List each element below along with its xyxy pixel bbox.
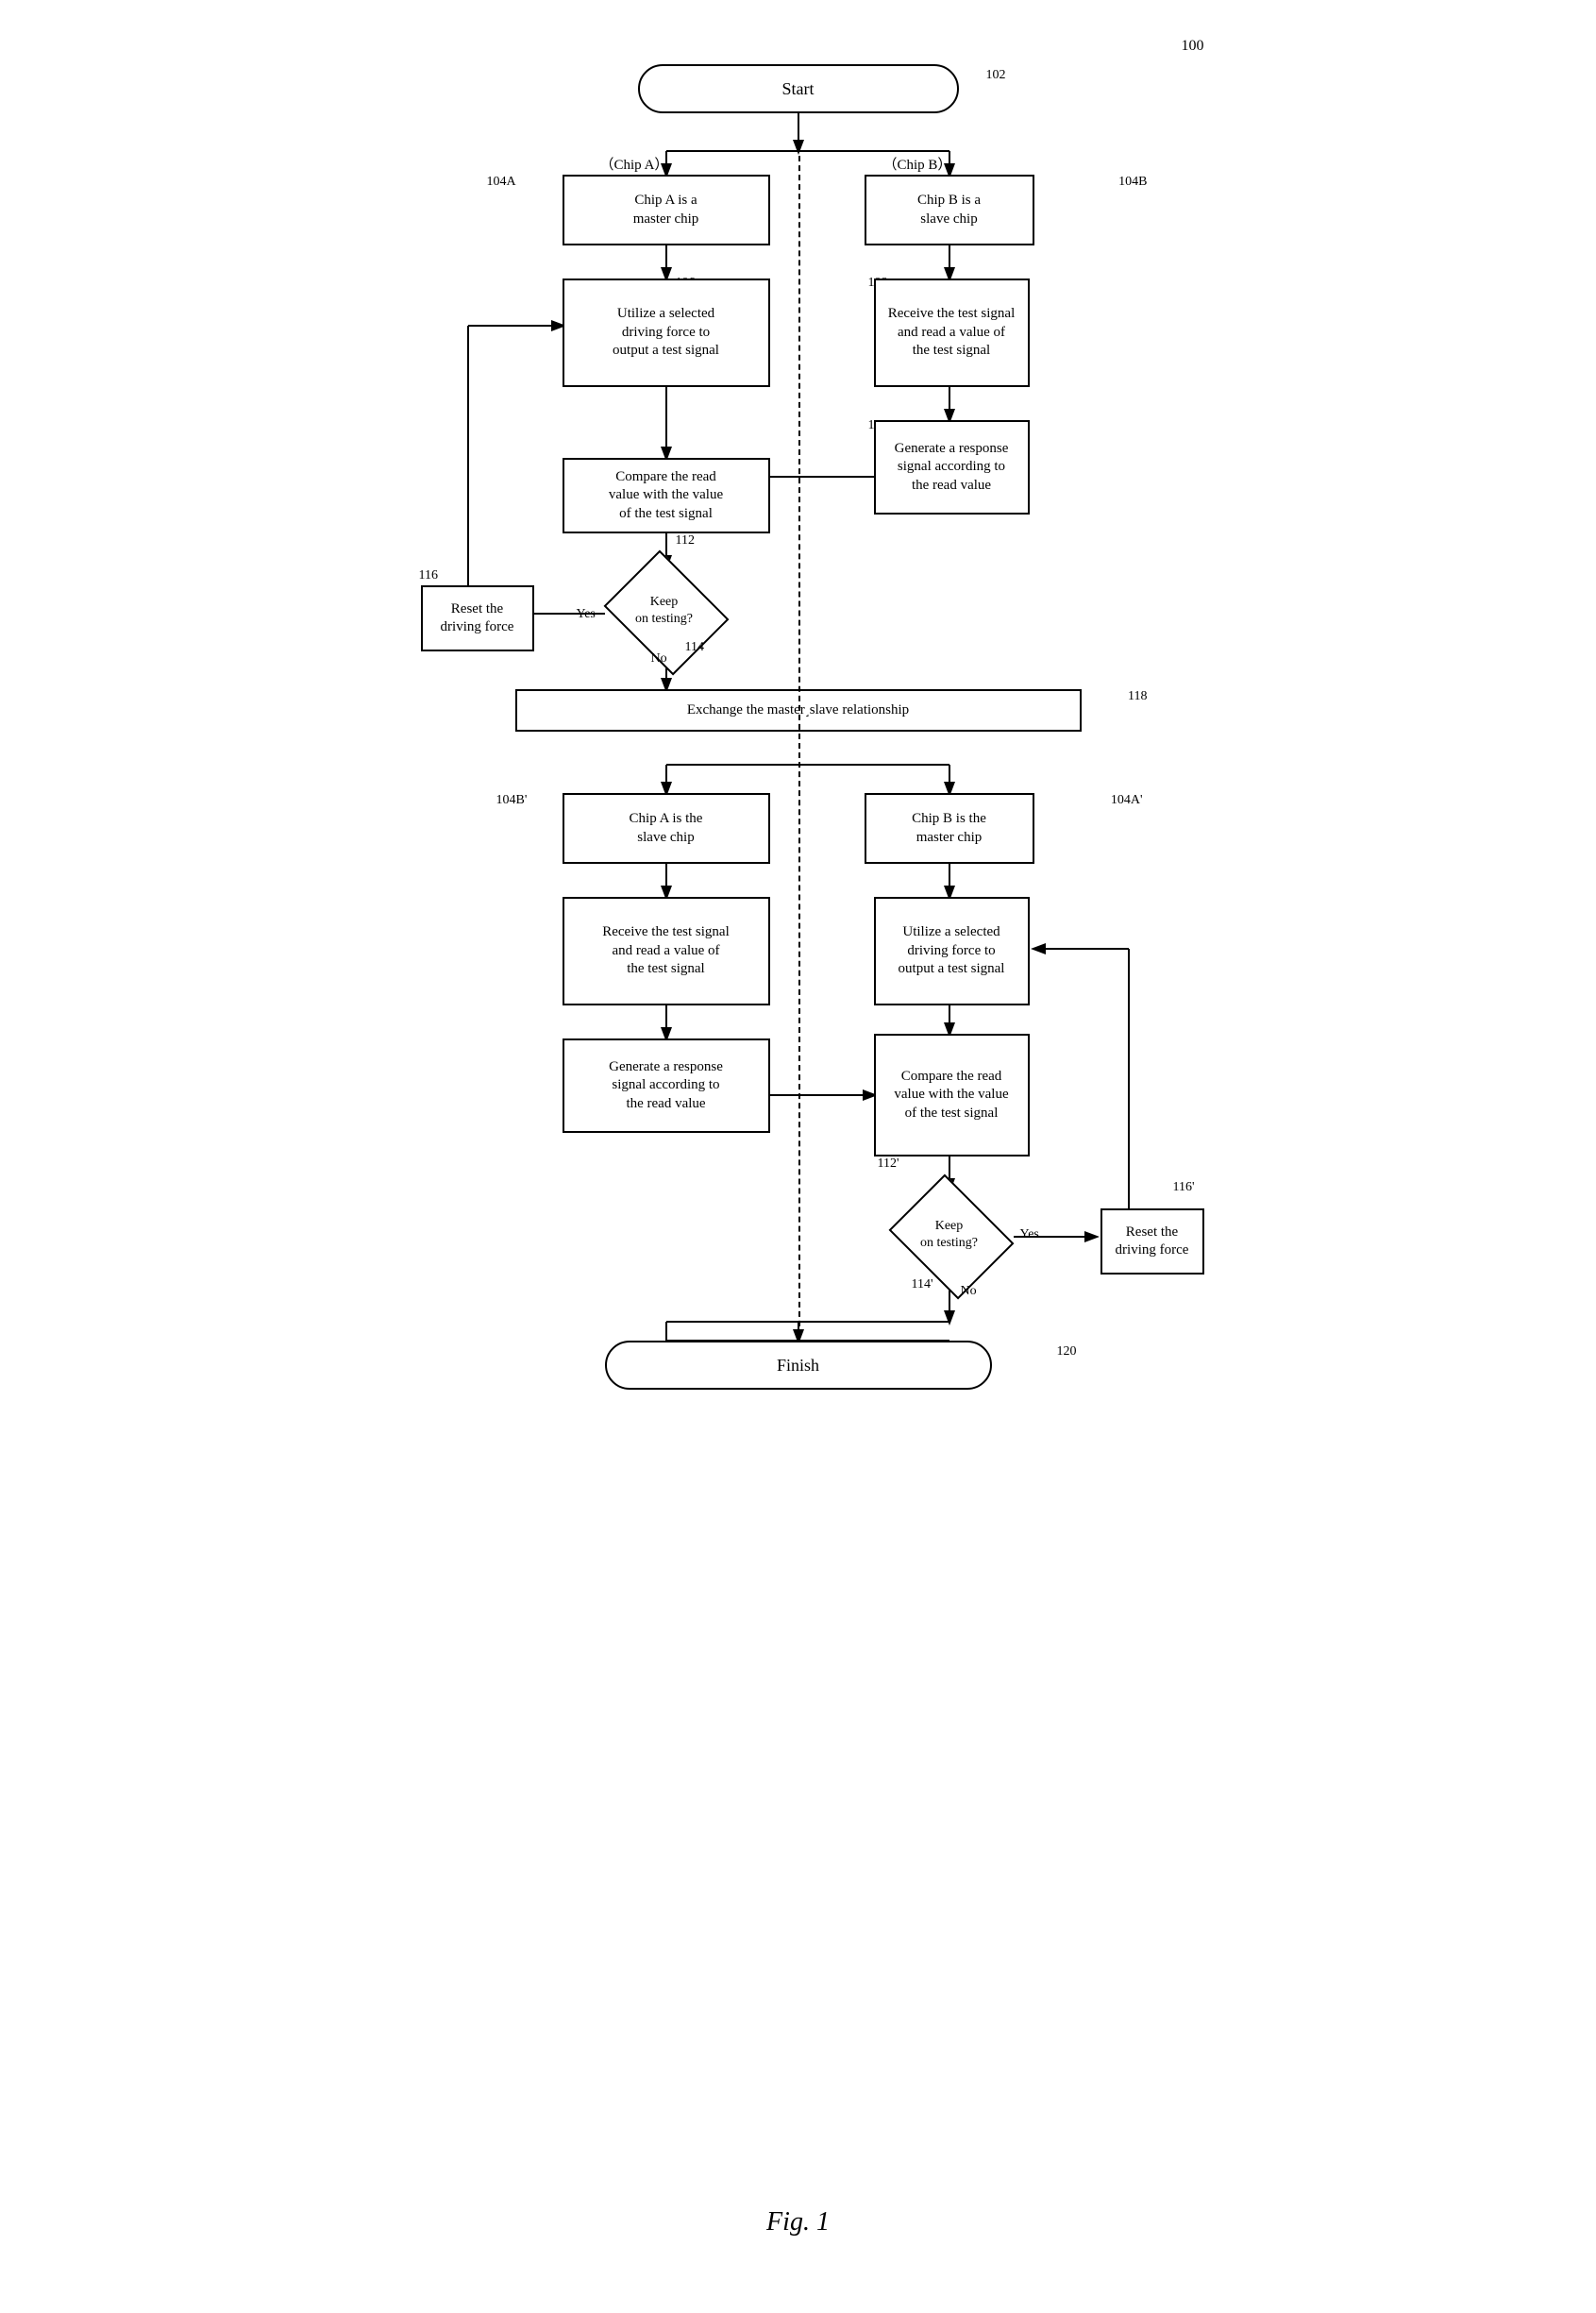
chip-a-label: （Chip A） bbox=[600, 154, 669, 174]
chip-b-label: （Chip B） bbox=[883, 154, 952, 174]
start-node: Start bbox=[638, 64, 959, 113]
num-112: 112 bbox=[676, 533, 695, 549]
node-compare: Compare the readvalue with the valueof t… bbox=[563, 458, 770, 533]
num-116: 116 bbox=[419, 568, 438, 583]
label-no-top: No bbox=[651, 651, 667, 667]
label-yes-top: Yes bbox=[577, 607, 596, 622]
num-114: 114 bbox=[685, 640, 704, 655]
node-110p: Generate a responsesignal according toth… bbox=[563, 1038, 770, 1133]
label-yes-bottom: Yes bbox=[1020, 1227, 1039, 1242]
node-106p: Utilize a selecteddriving force tooutput… bbox=[874, 897, 1030, 1005]
flowchart-diagram: 100 Start 102 （Chip A） （Chip B） 104A Chi… bbox=[374, 28, 1223, 2247]
node-110: Generate a responsesignal according toth… bbox=[874, 420, 1030, 515]
num-102: 102 bbox=[986, 68, 1006, 83]
node-116p: Reset thedriving force bbox=[1100, 1208, 1204, 1275]
num-116p: 116' bbox=[1172, 1180, 1194, 1195]
num-104bp: 104B' bbox=[496, 793, 528, 808]
node-compare-p: Compare the readvalue with the valueof t… bbox=[874, 1034, 1030, 1156]
num-104ap: 104A' bbox=[1111, 793, 1143, 808]
num-104b: 104B bbox=[1118, 175, 1147, 190]
num-118: 118 bbox=[1128, 689, 1147, 704]
node-116: Reset thedriving force bbox=[421, 585, 534, 651]
num-120: 120 bbox=[1057, 1344, 1077, 1359]
node-108: Receive the test signaland read a value … bbox=[874, 279, 1030, 387]
dashed-divider bbox=[798, 146, 800, 1345]
node-104a: Chip A is amaster chip bbox=[563, 175, 770, 245]
num-112p: 112' bbox=[878, 1156, 899, 1172]
node-104b: Chip B is aslave chip bbox=[865, 175, 1034, 245]
fig-label: Fig. 1 bbox=[766, 2207, 830, 2237]
node-104ap: Chip B is themaster chip bbox=[865, 793, 1034, 864]
node-106: Utilize a selecteddriving force tooutput… bbox=[563, 279, 770, 387]
finish-node: Finish bbox=[605, 1341, 992, 1390]
num-104a: 104A bbox=[487, 175, 516, 190]
node-keep-testing-p: Keepon testing? bbox=[888, 1188, 1011, 1282]
num-114p: 114' bbox=[912, 1277, 933, 1292]
node-108p: Receive the test signaland read a value … bbox=[563, 897, 770, 1005]
diagram-num-100: 100 bbox=[1182, 38, 1204, 55]
node-104bp: Chip A is theslave chip bbox=[563, 793, 770, 864]
label-no-bottom: No bbox=[961, 1284, 977, 1299]
node-keep-testing: Keepon testing? bbox=[603, 564, 726, 658]
